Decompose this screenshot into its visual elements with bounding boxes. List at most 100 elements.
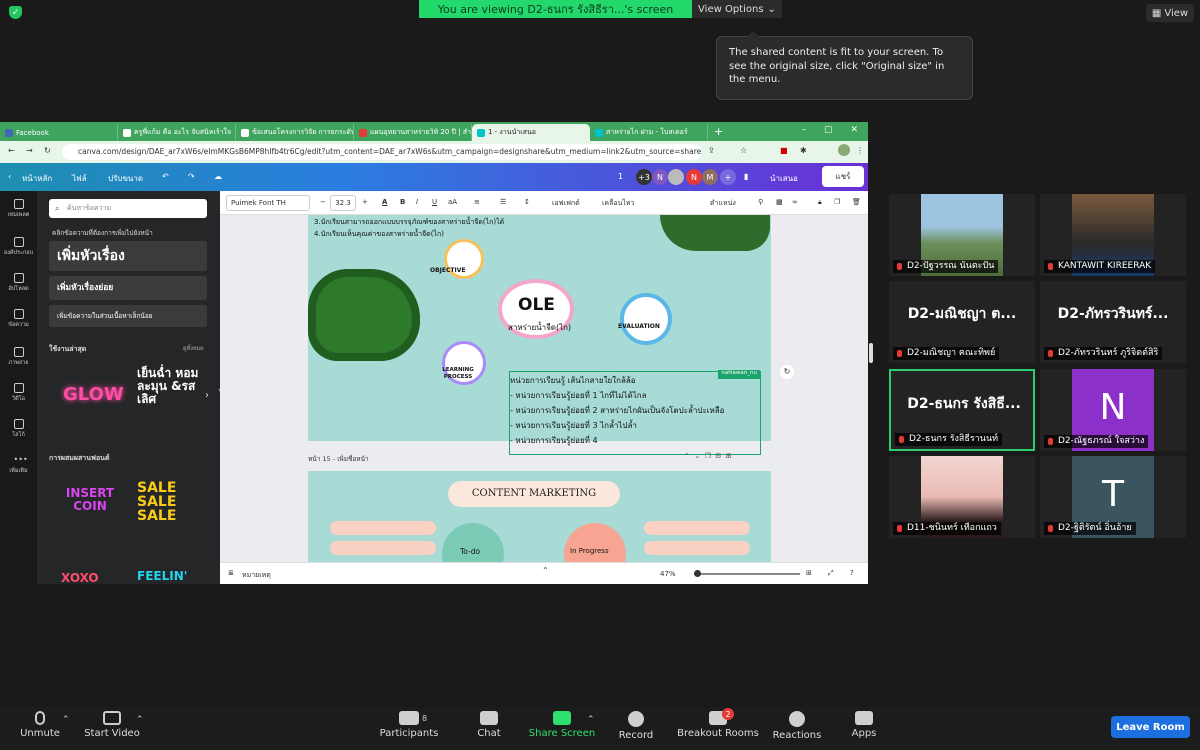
slide-text-line[interactable]: 3.นักเรียนสามารถออกแบบบรรจุภัณฑ์ของสาหร่… (314, 217, 504, 228)
bold-icon[interactable]: B (400, 198, 405, 206)
view-options-button[interactable]: View Options ⌄ (692, 0, 782, 18)
fullscreen-icon[interactable]: ⤢ (828, 569, 834, 578)
video-options-chevron[interactable]: ⌃ (136, 715, 144, 725)
participant-tile[interactable]: T D2-ฐิติรัตน์ อิ่นอ้าย (1040, 456, 1186, 538)
share-icon[interactable]: ⇪ (708, 146, 715, 155)
collab-avatar-photo[interactable] (668, 169, 684, 185)
share-button[interactable]: แชร์ (822, 166, 864, 187)
extension-icon[interactable]: ■ (780, 146, 788, 155)
link-icon[interactable]: ∞ (792, 198, 798, 206)
font-sample-feelin[interactable]: FEELIN' (137, 569, 187, 583)
tab-4[interactable]: แผนอุทยานสาหร่ายวิทิ 20 ปี | สำนัก (354, 124, 472, 141)
italic-icon[interactable]: I (416, 198, 418, 206)
nav-logos[interactable]: โลโก้ (0, 419, 37, 439)
chat-button[interactable]: Chat (449, 711, 529, 739)
nav-elements[interactable]: องค์ประกอบ (0, 237, 37, 257)
font-sample-insert-coin[interactable]: INSERT COIN (55, 487, 125, 513)
minimize-icon[interactable]: – (801, 125, 806, 135)
participant-tile[interactable]: D2-มณิชญา ต... D2-มณิชญา ฅณะทิพย์ (889, 281, 1035, 363)
undo-icon[interactable]: ↶ (162, 172, 169, 181)
split-handle[interactable] (869, 343, 873, 363)
seaweed-image[interactable] (660, 215, 770, 251)
delete-page-icon[interactable]: ⊟ (715, 452, 721, 460)
collab-avatar[interactable]: N (652, 169, 668, 185)
audio-options-chevron[interactable]: ⌃ (62, 715, 70, 725)
font-sample-thai[interactable]: เย็นฉ่ำ หอมละมุน &รสเลิศ (137, 367, 207, 406)
animate-button[interactable]: เคลื่อนไหว (602, 198, 634, 209)
zoom-slider[interactable] (694, 573, 800, 575)
url-field[interactable]: canva.com/design/DAE_ar7xW6s/eImMKGsB6MP… (62, 144, 702, 160)
font-size-increase[interactable]: + (362, 198, 368, 206)
add-page-icon[interactable]: ⊞ (726, 452, 732, 460)
selected-text-box[interactable]: nattawan_nu หน่วยการเรียนรู้ เส้นไกสายใย… (509, 370, 761, 455)
slide-page-15[interactable]: CONTENT MARKETING To-do In Progress (308, 471, 771, 562)
list-icon[interactable]: ☰ (500, 198, 506, 206)
maximize-icon[interactable]: ▢ (824, 125, 833, 135)
position-button[interactable]: ตำแหน่ง (710, 198, 736, 209)
menu-icon[interactable]: ⋮ (856, 146, 864, 155)
leave-room-button[interactable]: Leave Room (1111, 716, 1190, 738)
chevron-right-icon[interactable]: › (205, 390, 209, 401)
participant-tile[interactable]: KANTAWIT KIREERAK (1040, 194, 1186, 276)
font-select[interactable]: Puimek Font TH (226, 195, 310, 211)
todo-circle[interactable] (442, 523, 504, 562)
home-link[interactable]: หน้าหลัก (22, 172, 52, 185)
collab-avatar[interactable]: M (702, 169, 718, 185)
zoom-slider-handle[interactable] (694, 570, 701, 577)
card-left[interactable] (330, 521, 436, 535)
chevron-up-icon[interactable]: ⌃ (684, 452, 690, 460)
participant-tile[interactable]: D2-ภัทรวรินทร์... D2-ภัทรวรินทร์ ภูริจิต… (1040, 281, 1186, 363)
font-size-decrease[interactable]: − (320, 198, 326, 206)
font-sample-sale[interactable]: SALE SALE SALE (137, 481, 207, 523)
apps-button[interactable]: Apps (824, 711, 904, 739)
card-right[interactable] (644, 541, 750, 555)
tab-6[interactable]: สาหร่ายไก ฝาม - โบสเตอร์ (590, 124, 708, 141)
share-options-chevron[interactable]: ⌃ (587, 715, 595, 725)
collab-avatar[interactable]: N (686, 169, 702, 185)
chevron-down-icon[interactable]: ⌄ (694, 452, 700, 460)
participant-tile[interactable]: D2-ปัฐวรรณ นันตะปัน (889, 194, 1035, 276)
file-menu[interactable]: ไฟล์ (72, 172, 87, 185)
record-button[interactable]: Record (596, 711, 676, 741)
slide-text-line[interactable]: 4.นักเรียนเห็นคุณค่าของสาหร่ายน้ำจืด(ไก) (314, 229, 444, 240)
chevron-left-icon[interactable]: ‹ (8, 172, 11, 181)
text-search-input[interactable]: ค้นหาข้อความ (49, 199, 207, 218)
participant-tile-active-speaker[interactable]: D2-ธนกร รังสิธี... D2-ธนกร รังสิธีรานนท์ (889, 369, 1035, 451)
card-right[interactable] (644, 521, 750, 535)
inprogress-circle[interactable] (564, 523, 626, 562)
font-sample-xoxo[interactable]: XOXO (61, 571, 99, 584)
participant-tile[interactable]: N D2-ณัฐธภรณ์ ใจสว่าง (1040, 369, 1186, 451)
star-icon[interactable]: ☆ (740, 146, 747, 155)
seaweed-hands-image[interactable] (308, 269, 420, 361)
back-icon[interactable]: ← (8, 146, 15, 155)
tab-canva-active[interactable]: 1 - งานนำเสนอ (472, 124, 590, 141)
copy-icon[interactable]: ❐ (834, 198, 840, 206)
nav-videos[interactable]: วิดีโอ (0, 383, 37, 403)
participant-tile[interactable]: D11-ชนินทร์ เทือกแถว (889, 456, 1035, 538)
spacing-icon[interactable]: ↕ (524, 198, 530, 206)
font-sample-glow[interactable]: GLOW (63, 384, 124, 405)
nav-text[interactable]: ข้อความ (0, 309, 37, 329)
resize-menu[interactable]: ปรับขนาด (108, 172, 143, 185)
nav-more[interactable]: ••• เพิ่มเติม (0, 455, 37, 475)
see-all-link[interactable]: ดูทั้งหมด (183, 345, 204, 353)
tab-3[interactable]: ข้อเสนอโครงการวิจัย การยกระดับ (236, 124, 354, 141)
lock-icon[interactable]: 🔒︎ (818, 198, 822, 207)
add-subheading-button[interactable]: เพิ่มหัวเรื่องย่อย (49, 276, 207, 300)
align-icon[interactable]: ≡ (474, 198, 480, 206)
notes-icon[interactable]: ≣ (228, 569, 234, 577)
tab-facebook[interactable]: Facebook (0, 124, 118, 141)
nav-uploads[interactable]: อัปโหลด (0, 273, 37, 293)
profile-avatar[interactable] (838, 144, 850, 156)
close-icon[interactable]: ✕ (850, 125, 858, 135)
paint-icon[interactable]: ⚲ (758, 198, 763, 206)
collab-count[interactable]: +3 (636, 169, 652, 185)
shield-icon[interactable]: ✓ (9, 6, 22, 19)
text-color-icon[interactable]: A (382, 198, 387, 206)
evaluation-circle[interactable] (620, 293, 672, 345)
chart-icon[interactable]: ▮ (744, 172, 748, 181)
present-button[interactable]: นำเสนอ (770, 172, 798, 185)
chevron-up-icon[interactable]: ⌃ (542, 566, 549, 575)
breakout-rooms-button[interactable]: Breakout Rooms (674, 711, 762, 739)
redo-icon[interactable]: ↷ (188, 172, 195, 181)
